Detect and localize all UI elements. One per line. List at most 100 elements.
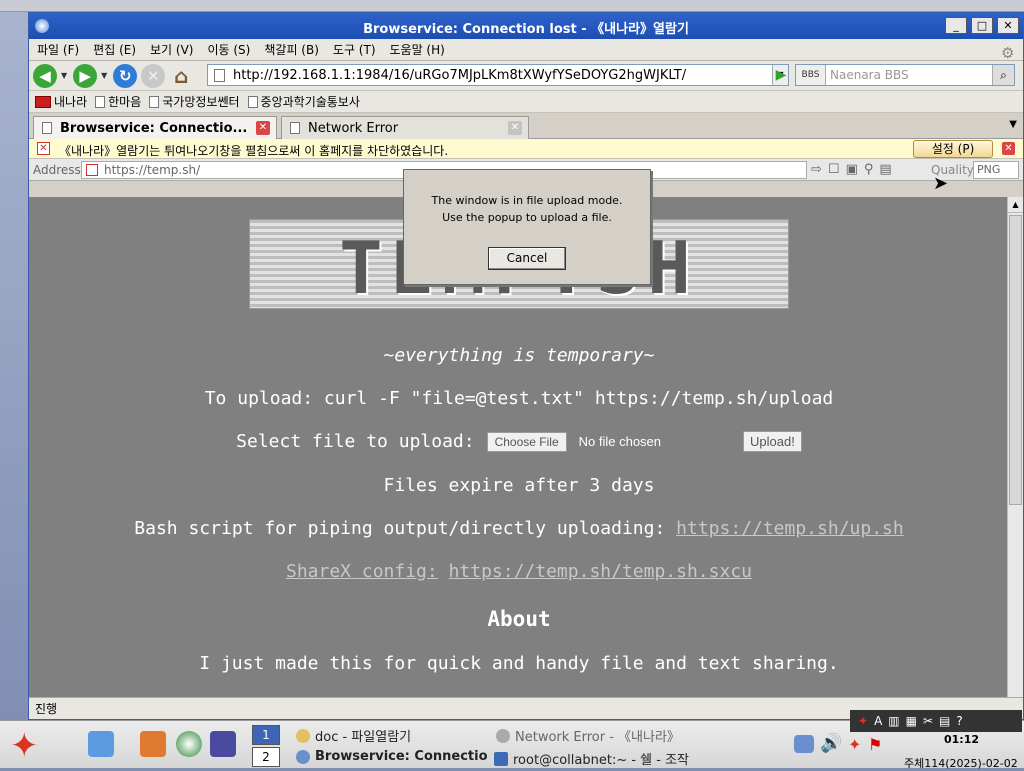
title-bar[interactable]: Browservice: Connection lost - 《내나라》열람기 … xyxy=(29,13,1023,39)
file-manager-icon[interactable] xyxy=(140,731,166,757)
print-icon[interactable]: ▤ xyxy=(879,162,891,177)
url-input[interactable]: http://192.168.1.1:1984/16/uRGo7MJpLKm8t… xyxy=(207,64,789,86)
search-engine-selector[interactable]: BBS xyxy=(796,65,826,85)
menu-view[interactable]: 보기 (V) xyxy=(150,41,193,58)
minimize-button[interactable]: _ xyxy=(945,17,967,34)
window-icon[interactable]: ▥ xyxy=(888,714,899,728)
menu-edit[interactable]: 편집 (E) xyxy=(93,41,136,58)
popup-blocked-bar: ✕ 《내나라》열람기는 튀여나오기창을 펼침으로써 이 홈페지를 차단하였습니다… xyxy=(29,139,1023,159)
desktop-icon[interactable] xyxy=(88,731,114,757)
back-button[interactable]: ◀ xyxy=(33,63,57,88)
find-icon[interactable]: ⚲ xyxy=(864,162,874,177)
upload-button[interactable]: Upload! xyxy=(743,431,802,452)
page-icon xyxy=(95,95,106,108)
workspace-1[interactable]: 1 xyxy=(252,725,280,745)
scroll-thumb[interactable] xyxy=(1009,215,1022,505)
tab-network-error[interactable]: Network Error ✕ xyxy=(281,116,529,139)
task-terminal[interactable]: root@collabnet:~ - 쉘 - 조작 xyxy=(494,749,690,768)
tray-star-icon[interactable]: ✦ xyxy=(848,735,861,754)
choose-file-button[interactable]: Choose File xyxy=(486,431,567,452)
search-icon[interactable]: ⌕ xyxy=(992,65,1014,85)
task-label: root@collabnet:~ - 쉘 - 조작 xyxy=(513,753,690,768)
address-text: https://temp.sh/ xyxy=(104,163,201,177)
menu-go[interactable]: 이동 (S) xyxy=(207,41,250,58)
task-label: doc - 파일열람기 xyxy=(315,730,412,745)
select-file-label: Select file to upload: xyxy=(236,431,475,452)
menu-bookmarks[interactable]: 책갈피 (B) xyxy=(264,41,319,58)
task-label: Browservice: Connectio xyxy=(315,749,488,764)
file-select-row: Select file to upload: Choose File No fi… xyxy=(29,431,1009,452)
popup-settings-button[interactable]: 설정 (P) xyxy=(913,140,993,158)
scroll-up-arrow-icon[interactable]: ▲ xyxy=(1008,197,1023,213)
clipboard-icon[interactable]: ▣ xyxy=(846,162,858,177)
note-icon[interactable]: ▦ xyxy=(906,714,917,728)
stop-button[interactable]: ✕ xyxy=(141,63,166,88)
browser-icon xyxy=(496,728,510,743)
bookmark-national-net-center[interactable]: 국가망정보쎈터 xyxy=(149,93,240,110)
media-player-icon[interactable] xyxy=(210,731,236,757)
back-history-dropdown[interactable]: ▼ xyxy=(61,71,67,80)
task-file-browser[interactable]: doc - 파일열람기 xyxy=(296,726,486,745)
menu-file[interactable]: 파일 (F) xyxy=(37,41,79,58)
browser-icon xyxy=(296,749,310,764)
browser-window: Browservice: Connection lost - 《내나라》열람기 … xyxy=(28,12,1024,720)
upload-instructions: To upload: curl -F "file=@test.txt" http… xyxy=(204,388,834,409)
dialog-message: The window is in file upload mode. Use t… xyxy=(404,192,650,226)
bookmark-icon[interactable]: ☐ xyxy=(828,162,840,177)
quality-select[interactable]: PNG xyxy=(973,161,1019,179)
close-notification-icon[interactable]: ✕ xyxy=(1002,142,1015,155)
cancel-button[interactable]: Cancel xyxy=(488,247,566,270)
document-icon[interactable]: ▤ xyxy=(939,714,950,728)
about-text: I just made this for quick and handy fil… xyxy=(199,653,839,674)
desktop-top-strip xyxy=(0,0,1024,12)
network-icon[interactable] xyxy=(794,735,814,753)
help-icon[interactable]: ? xyxy=(956,714,962,728)
bookmark-science-news[interactable]: 중앙과학기술통보사 xyxy=(247,93,360,110)
maximize-button[interactable]: □ xyxy=(971,17,993,34)
forward-button[interactable]: ▶ xyxy=(73,63,98,88)
search-input[interactable]: BBS Naenara BBS ⌕ xyxy=(795,64,1015,86)
menu-tools[interactable]: 도구 (T) xyxy=(333,41,376,58)
tab-list-arrow-icon[interactable]: ▼ xyxy=(1009,119,1017,130)
task-network-error[interactable]: Network Error - 《내나라》 xyxy=(496,726,692,745)
tab-label: Network Error xyxy=(308,120,399,136)
tab-browservice[interactable]: Browservice: Connectio... ✕ xyxy=(33,116,277,139)
sharex-config-label[interactable]: ShareX config: xyxy=(286,561,438,582)
close-button[interactable]: ✕ xyxy=(997,17,1019,34)
no-security-icon xyxy=(86,164,98,176)
bash-script-link[interactable]: https://temp.sh/up.sh xyxy=(676,518,904,539)
bookmark-naenara[interactable]: 내나라 xyxy=(35,93,87,110)
forward-history-dropdown[interactable]: ▼ xyxy=(101,71,107,80)
volume-icon[interactable]: 🔊 xyxy=(820,733,842,754)
terminal-icon xyxy=(494,751,508,766)
desktop: Browservice: Connection lost - 《내나라》열람기 … xyxy=(0,0,1024,770)
menu-help[interactable]: 도움말 (H) xyxy=(390,41,445,58)
sharex-row: ShareX config: https://temp.sh/temp.sh.s… xyxy=(29,561,1009,582)
menu-bar: 파일 (F) 편집 (E) 보기 (V) 이동 (S) 책갈피 (B) 도구 (… xyxy=(29,39,1023,62)
tools-icon[interactable]: ✂ xyxy=(923,714,933,728)
popup-blocked-icon: ✕ xyxy=(37,142,50,155)
close-tab-icon[interactable]: ✕ xyxy=(508,121,522,135)
search-placeholder: Naenara BBS xyxy=(830,68,909,82)
bookmark-hanmaeum[interactable]: 한마음 xyxy=(95,93,141,110)
page-icon xyxy=(247,95,258,108)
reload-button[interactable]: ↻ xyxy=(113,63,138,88)
browser-launcher-icon[interactable] xyxy=(176,731,202,757)
bookmark-label: 국가망정보쎈터 xyxy=(162,95,240,109)
page-icon xyxy=(214,68,225,82)
flag-icon[interactable]: ⚑ xyxy=(868,735,882,754)
start-menu-star-icon[interactable]: ✦ xyxy=(10,729,39,763)
font-icon[interactable]: A xyxy=(874,714,882,728)
sharex-config-link[interactable]: https://temp.sh/temp.sh.sxcu xyxy=(449,561,752,582)
workspace-2[interactable]: 2 xyxy=(252,747,280,767)
home-button[interactable]: ⌂ xyxy=(169,64,193,88)
vertical-scrollbar[interactable]: ▲ xyxy=(1007,197,1023,697)
window-title: Browservice: Connection lost - 《내나라》열람기 xyxy=(363,22,689,37)
task-browservice[interactable]: Browservice: Connectio xyxy=(296,749,488,764)
page-icon xyxy=(42,122,52,134)
tray-star-icon[interactable]: ✦ xyxy=(858,714,868,728)
go-arrow-icon[interactable]: ⇨ xyxy=(811,162,822,177)
go-button[interactable]: ▶ xyxy=(771,64,791,86)
about-heading: About xyxy=(487,607,551,631)
close-tab-icon[interactable]: ✕ xyxy=(256,121,270,135)
